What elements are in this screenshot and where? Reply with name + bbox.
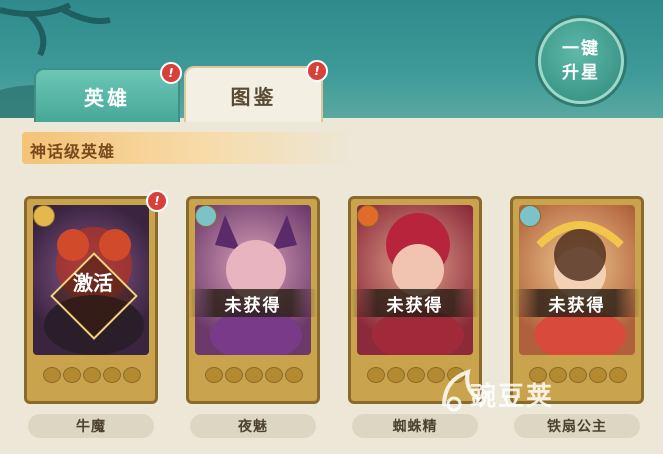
not-obtained-label: 未获得 [513, 289, 641, 317]
not-obtained-label: 未获得 [351, 289, 479, 317]
notification-dot-icon: ! [306, 60, 328, 82]
activate-label[interactable]: 激活 [65, 271, 121, 295]
hero-name-plate: 夜魅 [190, 414, 316, 438]
hero-card-yemei[interactable]: 未获得 [186, 196, 320, 404]
star-rating [205, 367, 303, 383]
hero-portrait [519, 205, 635, 355]
element-icon [519, 205, 541, 227]
hero-name-plate: 蜘蛛精 [352, 414, 478, 438]
hero-portrait [357, 205, 473, 355]
star-rating [43, 367, 141, 383]
tab-codex-label: 图鉴 [230, 84, 277, 109]
element-icon [33, 205, 55, 227]
one-click-upgrade-button[interactable]: 一键 升星 [538, 18, 624, 104]
watermark-text: 豌豆荚 [470, 382, 555, 412]
hero-card-tieshan-gongzhu[interactable]: 未获得 [510, 196, 644, 404]
notification-dot-icon: ! [160, 62, 182, 84]
element-icon [195, 205, 217, 227]
section-title: 神话级英雄 [30, 142, 116, 161]
upgrade-label-line1: 一键 [562, 39, 600, 59]
notification-dot-icon: ! [146, 190, 168, 212]
tree-branch-icon [0, 2, 111, 57]
hero-card-niumo[interactable]: 激活 [24, 196, 158, 404]
tab-heroes[interactable]: 英雄 [34, 68, 180, 122]
tab-codex[interactable]: 图鉴 [184, 66, 323, 122]
hero-name-plate: 牛魔 [28, 414, 154, 438]
hero-portrait [195, 205, 311, 355]
section-banner: 神话级英雄 [22, 132, 352, 164]
hero-name-plate: 铁扇公主 [514, 414, 640, 438]
not-obtained-label: 未获得 [189, 289, 317, 317]
tab-heroes-label: 英雄 [84, 85, 130, 110]
element-icon [357, 205, 379, 227]
upgrade-label-line2: 升星 [562, 63, 600, 83]
